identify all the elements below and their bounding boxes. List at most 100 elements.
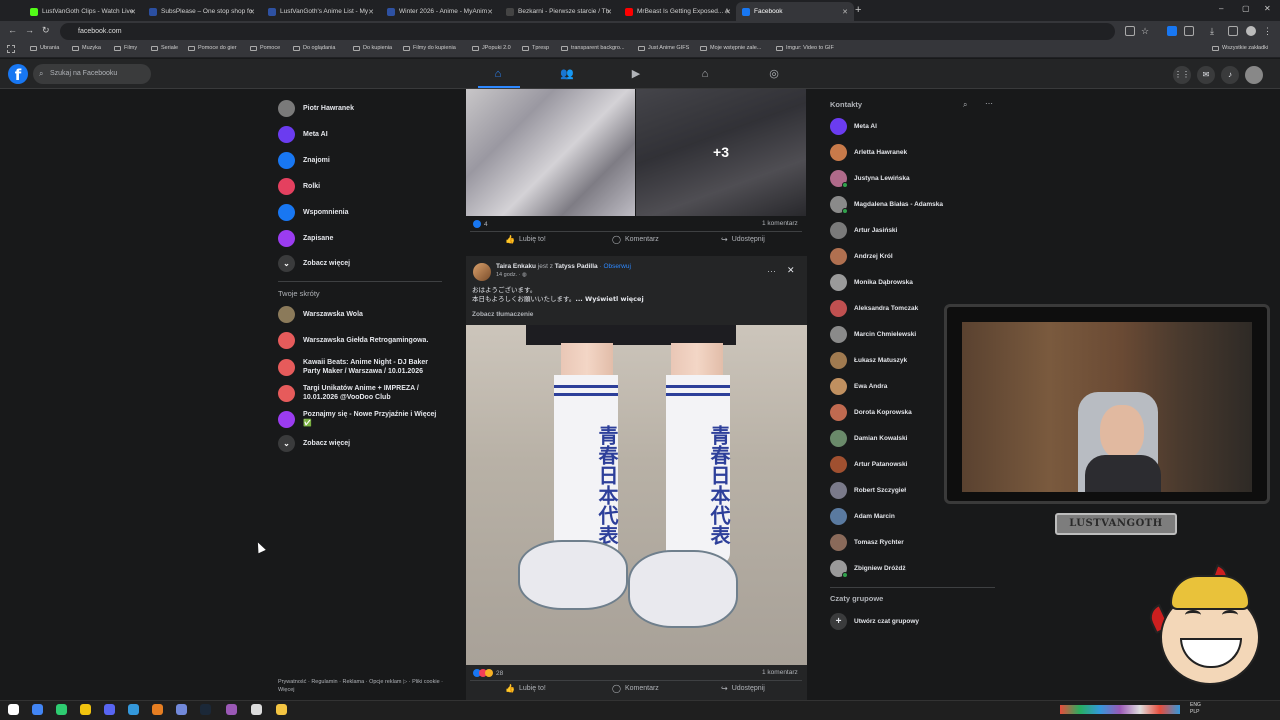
- menu-grid-icon[interactable]: ⋮⋮: [1173, 66, 1191, 84]
- marketplace-icon[interactable]: ⌂: [697, 66, 713, 82]
- taskbar-app-icon[interactable]: [226, 704, 237, 715]
- contact-item[interactable]: Tomasz Rychter: [830, 534, 904, 551]
- taskbar-app-icon[interactable]: [128, 704, 139, 715]
- extension-icon[interactable]: [1167, 26, 1177, 36]
- bookmark-item[interactable]: Ubrania: [30, 45, 59, 51]
- bookmark-star-icon[interactable]: ☆: [1141, 26, 1151, 36]
- profile-avatar[interactable]: [1246, 26, 1256, 36]
- post-photo[interactable]: [466, 89, 635, 216]
- bookmark-item[interactable]: Do kupienia: [353, 45, 392, 51]
- sidebar-item[interactable]: Rolki: [278, 178, 443, 195]
- share-button[interactable]: ↪ Udostępnij: [721, 684, 765, 693]
- friends-icon[interactable]: 👥: [559, 66, 575, 82]
- shortcut-item[interactable]: ⌄ Zobacz więcej: [278, 435, 443, 452]
- like-button[interactable]: 👍 Lubię to!: [505, 235, 546, 244]
- download-icon[interactable]: ⤓: [1210, 26, 1220, 36]
- tagged-name[interactable]: Tatyss Padilla: [555, 263, 598, 270]
- browser-tab[interactable]: MrBeast Is Getting Exposed... A ✕: [619, 2, 737, 21]
- comment-button[interactable]: ◯ Komentarz: [612, 684, 659, 693]
- bookmark-item[interactable]: JPopuki 2.0: [472, 45, 511, 51]
- post-time[interactable]: 14 godz. · ◍: [496, 272, 527, 278]
- taskbar-app-icon[interactable]: [32, 704, 43, 715]
- taskbar-app-icon[interactable]: [152, 704, 163, 715]
- bookmark-item[interactable]: Pomoce: [250, 45, 280, 51]
- tab-close-icon[interactable]: ✕: [842, 8, 848, 16]
- bookmark-item[interactable]: Moje wstępnie załe...: [700, 45, 761, 51]
- contact-item[interactable]: Artur Jasiński: [830, 222, 897, 239]
- contact-item[interactable]: Zbigniew Dróżdż: [830, 560, 906, 578]
- contact-item[interactable]: Damian Kowalski: [830, 430, 907, 447]
- home-icon[interactable]: ⌂: [490, 66, 506, 82]
- sidebar-item[interactable]: Znajomi: [278, 152, 443, 169]
- language-indicator[interactable]: ENG PLP: [1190, 702, 1201, 716]
- contact-item[interactable]: Andrzej Król: [830, 248, 893, 265]
- bookmark-item[interactable]: Muzyka: [72, 45, 101, 51]
- comment-count[interactable]: 1 komentarz: [762, 669, 798, 676]
- forward-icon[interactable]: →: [25, 25, 34, 35]
- contact-item[interactable]: Magdalena Białas - Adamska: [830, 196, 943, 214]
- cast-icon[interactable]: [1125, 26, 1135, 36]
- bookmark-item[interactable]: Filmy: [114, 45, 137, 51]
- new-tab-button[interactable]: +: [855, 4, 861, 16]
- reaction-summary[interactable]: 4: [473, 220, 488, 228]
- tab-close-icon[interactable]: ✕: [130, 8, 136, 16]
- contact-item[interactable]: Arletta Hawranek: [830, 144, 907, 161]
- taskbar-app-icon[interactable]: [200, 704, 211, 715]
- reload-icon[interactable]: ↻: [42, 25, 50, 36]
- gaming-icon[interactable]: ◎: [766, 66, 782, 82]
- reaction-summary[interactable]: 28: [473, 669, 503, 677]
- system-tray-icons[interactable]: [1060, 705, 1180, 714]
- tab-close-icon[interactable]: ✕: [725, 8, 731, 16]
- share-button[interactable]: ↪ Udostępnij: [721, 235, 765, 244]
- comment-count[interactable]: 1 komentarz: [762, 220, 798, 227]
- maximize-button[interactable]: ▢: [1242, 4, 1250, 13]
- bookmark-item[interactable]: Pomoce do gier: [188, 45, 237, 51]
- account-avatar[interactable]: [1245, 66, 1263, 84]
- follow-link[interactable]: · Obserwuj: [599, 263, 630, 270]
- contacts-options-icon[interactable]: ⋯: [985, 99, 993, 108]
- see-more-link[interactable]: ... Wyświetl więcej: [575, 295, 643, 303]
- bookmark-item[interactable]: Do oglądania: [293, 45, 335, 51]
- tab-close-icon[interactable]: ✕: [368, 8, 374, 16]
- contact-item[interactable]: Ewa Andra: [830, 378, 887, 395]
- start-menu-icon[interactable]: [8, 704, 19, 715]
- browser-tab[interactable]: Bezkarni - Pierwsze starcie / Th ✕: [500, 2, 618, 21]
- shortcut-item[interactable]: Kawaii Beats: Anime Night - DJ Baker Par…: [278, 358, 443, 376]
- contact-item[interactable]: Adam Marcin: [830, 508, 895, 525]
- contact-item[interactable]: Dorota Koprowska: [830, 404, 912, 421]
- post-options-icon[interactable]: ⋯: [767, 266, 776, 277]
- back-icon[interactable]: ←: [8, 25, 17, 35]
- video-icon[interactable]: ▶: [628, 66, 644, 82]
- facebook-logo-icon[interactable]: f: [8, 64, 28, 84]
- taskbar-app-icon[interactable]: [56, 704, 67, 715]
- tab-close-icon[interactable]: ✕: [606, 8, 612, 16]
- comment-button[interactable]: ◯ Komentarz: [612, 235, 659, 244]
- sidepanel-icon[interactable]: [1228, 26, 1238, 36]
- taskbar-app-icon[interactable]: [276, 704, 287, 715]
- browser-tab[interactable]: LustVanGoth Clips - Watch Live ✕: [24, 2, 142, 21]
- taskbar-app-icon[interactable]: [251, 704, 262, 715]
- browser-tab[interactable]: SubsPlease – One stop shop fo ✕: [143, 2, 261, 21]
- create-group-chat-button[interactable]: + Utwórz czat grupowy: [830, 613, 919, 630]
- shortcut-item[interactable]: Warszawska Wola: [278, 306, 443, 323]
- contact-item[interactable]: Łukasz Matuszyk: [830, 352, 907, 369]
- tab-close-icon[interactable]: ✕: [249, 8, 255, 16]
- taskbar-app-icon[interactable]: [80, 704, 91, 715]
- browser-tab[interactable]: Facebook ✕: [736, 2, 854, 21]
- extensions-puzzle-icon[interactable]: [1184, 26, 1194, 36]
- footer-links[interactable]: Prywatność · Regulamin · Reklama · Opcje…: [278, 678, 443, 694]
- taskbar-app-icon[interactable]: [176, 704, 187, 715]
- browser-tab[interactable]: LustVanGoth's Anime List - My ✕: [262, 2, 380, 21]
- facebook-search-input[interactable]: Szukaj na Facebooku: [33, 64, 151, 84]
- contact-item[interactable]: Robert Szczygieł: [830, 482, 906, 499]
- more-photos-count[interactable]: +3: [636, 89, 806, 216]
- contact-item[interactable]: Meta AI: [830, 118, 877, 135]
- sidebar-item[interactable]: Piotr Hawranek: [278, 100, 443, 117]
- taskbar-app-icon[interactable]: [104, 704, 115, 715]
- contact-item[interactable]: Artur Patanowski: [830, 456, 907, 473]
- notifications-bell-icon[interactable]: ♪: [1221, 66, 1239, 84]
- shortcut-item[interactable]: Warszawska Giełda Retrogamingowa.: [278, 332, 443, 349]
- bookmark-item[interactable]: Filmy do kupienia: [403, 45, 456, 51]
- browser-menu-icon[interactable]: ⋮: [1263, 26, 1273, 36]
- author-name[interactable]: Taira Enkaku: [496, 263, 536, 270]
